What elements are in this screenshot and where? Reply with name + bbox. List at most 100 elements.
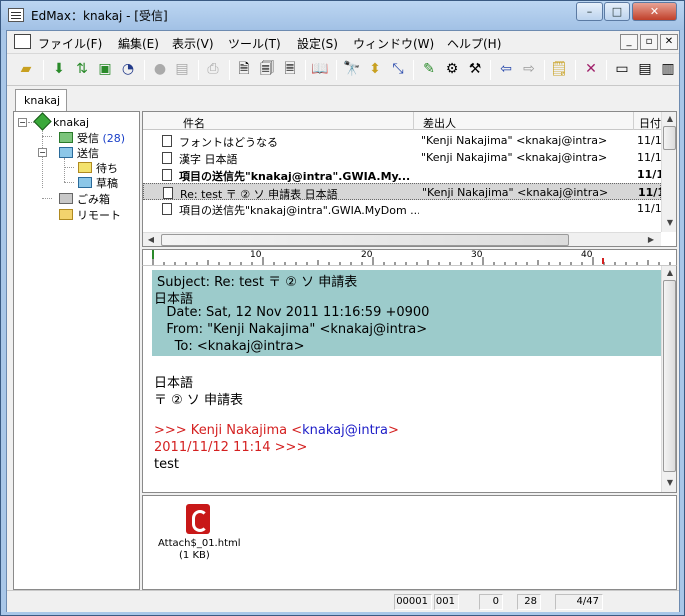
reply-icon[interactable]: 🗐 bbox=[258, 60, 276, 78]
layout3-icon[interactable]: ▥ bbox=[659, 60, 677, 78]
message-list: 件名 差出人 日付 フォントはどうなる "Kenji Nakajima" <kna… bbox=[142, 111, 677, 247]
toolbar-separator bbox=[490, 60, 491, 80]
ruler-left-marker[interactable] bbox=[152, 250, 154, 259]
menu-view[interactable]: 表示(V) bbox=[172, 35, 214, 52]
tab-knakaj[interactable]: knakaj bbox=[15, 89, 67, 111]
scroll-down-icon[interactable]: ▼ bbox=[662, 478, 676, 487]
table-row[interactable]: 項目の送信先"knakaj@intra".GWIA.MyDom ... 11/1 bbox=[143, 200, 662, 217]
title-bar[interactable]: EdMax：knakaj - [受信] – □ ✕ bbox=[1, 1, 684, 30]
filter-icon[interactable]: ✎ bbox=[420, 60, 438, 78]
receive-icon[interactable]: ⬇ bbox=[50, 60, 68, 78]
draft-folder-icon bbox=[78, 177, 92, 188]
print-icon[interactable]: ⎙ bbox=[204, 60, 222, 78]
collapse-toggle[interactable]: − bbox=[18, 118, 27, 127]
tree-waiting[interactable]: 待ち bbox=[78, 160, 118, 176]
email-link[interactable]: knakaj@intra bbox=[302, 423, 388, 438]
menu-tools[interactable]: ツール(T) bbox=[228, 35, 281, 52]
maximize-button[interactable]: □ bbox=[604, 2, 630, 21]
menu-window[interactable]: ウィンドウ(W) bbox=[353, 35, 434, 52]
ruler-wrap-marker[interactable] bbox=[602, 258, 604, 264]
tree-inbox[interactable]: 受信 (28) bbox=[59, 130, 125, 146]
menu-file[interactable]: ファイル(F) bbox=[38, 35, 102, 52]
column-from[interactable]: 差出人 bbox=[423, 115, 456, 131]
scroll-thumb[interactable] bbox=[663, 126, 676, 150]
tree-line bbox=[64, 167, 74, 168]
sort-icon[interactable]: ⬍ bbox=[366, 60, 384, 78]
stop-icon[interactable]: ● bbox=[151, 60, 169, 78]
tree-root[interactable]: knakaj bbox=[33, 112, 89, 131]
mdi-close-button[interactable]: ✕ bbox=[660, 34, 678, 50]
message-scrollbar[interactable]: ▲ ▼ bbox=[661, 266, 676, 492]
scroll-down-icon[interactable]: ▼ bbox=[662, 218, 676, 227]
list-vertical-scrollbar[interactable]: ▲ ▼ bbox=[661, 112, 676, 232]
scroll-thumb[interactable] bbox=[663, 280, 676, 472]
move-icon[interactable]: ⤡ bbox=[389, 60, 407, 78]
scroll-right-icon[interactable]: ▶ bbox=[643, 235, 659, 244]
column-divider[interactable] bbox=[413, 112, 414, 130]
scroll-up-icon[interactable]: ▲ bbox=[662, 114, 676, 123]
message-view[interactable]: Subject: Re: test 〒 ② ソ 申請表 日本語 Date: Sa… bbox=[142, 265, 677, 493]
body-line: test bbox=[154, 457, 179, 472]
layout2-icon[interactable]: ▤ bbox=[636, 60, 654, 78]
app-icon[interactable] bbox=[8, 8, 24, 22]
column-divider[interactable] bbox=[633, 112, 634, 130]
toolbar-separator bbox=[413, 60, 414, 80]
options-icon[interactable]: ⚙ bbox=[443, 60, 461, 78]
sent-folder-icon bbox=[59, 147, 73, 158]
status-position: 4/47 bbox=[555, 594, 603, 610]
address-book-icon[interactable]: 📖 bbox=[311, 60, 329, 78]
app-window: EdMax：knakaj - [受信] – □ ✕ ファイル(F) 編集(E) … bbox=[0, 0, 685, 616]
tree-draft[interactable]: 草稿 bbox=[78, 175, 118, 191]
menu-settings[interactable]: 設定(S) bbox=[297, 35, 338, 52]
status-msg-number: 00001 bbox=[394, 594, 432, 610]
document-icon[interactable] bbox=[14, 34, 31, 49]
tree-sent[interactable]: 送信 bbox=[59, 145, 99, 161]
back-arrow-icon[interactable]: ⇦ bbox=[497, 60, 515, 78]
forward-icon[interactable]: 🗏 bbox=[281, 60, 299, 78]
scroll-thumb[interactable] bbox=[161, 234, 569, 246]
new-mail-icon[interactable]: 🗎 bbox=[235, 60, 253, 78]
delete-icon[interactable]: ✕ bbox=[582, 60, 600, 78]
new-folder-icon[interactable]: ▰ bbox=[17, 60, 35, 78]
dial-icon[interactable]: ▤ bbox=[173, 60, 191, 78]
find-icon[interactable]: 🔭 bbox=[343, 60, 361, 78]
quote-header: >>> Kenji Nakajima <knakaj@intra> bbox=[154, 423, 399, 438]
forward-arrow-icon[interactable]: ⇨ bbox=[520, 60, 538, 78]
opera-file-icon[interactable] bbox=[186, 504, 210, 534]
menu-help[interactable]: ヘルプ(H) bbox=[447, 35, 501, 52]
collapse-toggle[interactable]: − bbox=[38, 148, 47, 157]
status-count: 28 bbox=[517, 594, 541, 610]
mdi-restore-button[interactable]: ▫ bbox=[640, 34, 658, 50]
send-icon[interactable]: ▣ bbox=[96, 60, 114, 78]
inbox-folder-icon bbox=[59, 132, 73, 143]
menu-edit[interactable]: 編集(E) bbox=[118, 35, 159, 52]
tree-line bbox=[64, 158, 65, 182]
table-row[interactable]: 項目の送信先"knakaj@intra".GWIA.My... 11/1 bbox=[143, 166, 664, 183]
note-icon[interactable]: 🗒 bbox=[550, 60, 568, 78]
waiting-folder-icon bbox=[78, 162, 92, 173]
ruler-label: 30 bbox=[471, 250, 483, 260]
table-row[interactable]: 漢字 日本語 "Kenji Nakajima" <knakaj@intra> 11/… bbox=[143, 149, 662, 166]
tools-icon[interactable]: ⚒ bbox=[466, 60, 484, 78]
send-receive-icon[interactable]: ⇅ bbox=[73, 60, 91, 78]
attachment-pane: Attach$_01.html (1 KB) bbox=[142, 495, 677, 590]
scroll-up-icon[interactable]: ▲ bbox=[662, 268, 676, 277]
table-row[interactable]: フォントはどうなる "Kenji Nakajima" <knakaj@intra>… bbox=[143, 132, 662, 149]
ruler-label: 10 bbox=[250, 250, 262, 260]
list-horizontal-scrollbar[interactable]: ◀ ▶ bbox=[143, 232, 661, 246]
column-date[interactable]: 日付 bbox=[639, 115, 661, 131]
toolbar-separator bbox=[336, 60, 337, 80]
minimize-button[interactable]: – bbox=[576, 2, 603, 21]
tree-remote[interactable]: リモート bbox=[59, 207, 121, 223]
scroll-left-icon[interactable]: ◀ bbox=[143, 235, 159, 244]
layout1-icon[interactable]: ▭ bbox=[613, 60, 631, 78]
attachment-name[interactable]: Attach$_01.html bbox=[158, 538, 241, 549]
table-row-selected[interactable]: Re: test 〒 ② ソ 申請表 日本語 "Kenji Nakajima" <… bbox=[143, 183, 665, 201]
column-subject[interactable]: 件名 bbox=[183, 115, 205, 131]
schedule-icon[interactable]: ◔ bbox=[119, 60, 137, 78]
account-icon bbox=[33, 112, 52, 131]
close-button[interactable]: ✕ bbox=[632, 2, 677, 21]
menu-bar: ファイル(F) 編集(E) 表示(V) ツール(T) 設定(S) ウィンドウ(W… bbox=[7, 31, 679, 53]
tree-trash[interactable]: ごみ箱 bbox=[59, 191, 110, 207]
mdi-minimize-button[interactable]: _ bbox=[620, 34, 638, 50]
